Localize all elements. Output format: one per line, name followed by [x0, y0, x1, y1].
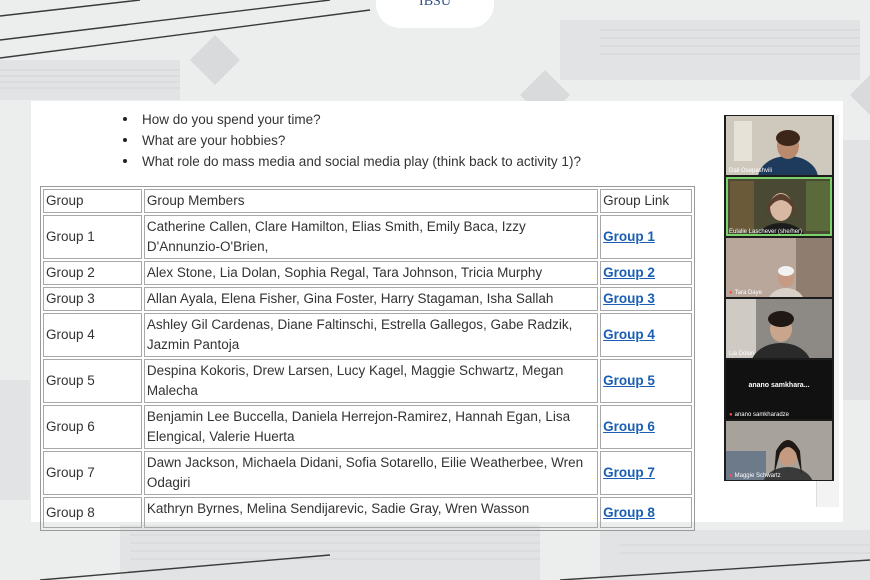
group-name: Group 3 [43, 287, 142, 311]
group-name: Group 8 [43, 497, 142, 528]
table-header-row: Group Group Members Group Link [43, 189, 692, 213]
participant-name: Dali Osepashvili [729, 168, 773, 174]
video-tile[interactable]: ● Tara Daye [726, 238, 832, 297]
header-members: Group Members [143, 189, 599, 213]
video-tile[interactable]: Dali Osepashvili [726, 116, 832, 175]
group-name: Group 4 [43, 313, 142, 357]
group-members: Allan Ayala, Elena Fisher, Gina Foster, … [143, 287, 599, 311]
group-link-7[interactable]: Group 7 [603, 465, 655, 480]
participant-video [726, 421, 832, 480]
university-logo-tab: IBSU [376, 0, 494, 28]
participant-video [726, 238, 832, 297]
group-name: Group 7 [43, 451, 142, 495]
video-tile[interactable]: ● Maggie Schwartz [726, 421, 832, 480]
question-item: How do you spend your time? [111, 109, 581, 130]
group-name: Group 5 [43, 359, 142, 403]
participant-video-panel: Dali Osepashvili Eulalie Laschever (she/… [724, 115, 834, 481]
table-row: Group 1 Catherine Callen, Clare Hamilton… [43, 215, 692, 259]
participant-video [726, 177, 832, 236]
muted-mic-icon: ● [729, 473, 733, 479]
muted-mic-icon: ● [729, 412, 733, 418]
group-members: Kathryn Byrnes, Melina Sendijarevic, Sad… [143, 497, 599, 528]
group-members: Alex Stone, Lia Dolan, Sophia Regal, Tar… [143, 261, 599, 285]
header-group: Group [43, 189, 142, 213]
participant-video [726, 116, 832, 175]
group-link-2[interactable]: Group 2 [603, 265, 655, 280]
participant-name: Eulalie Laschever (she/her) [729, 229, 803, 235]
header-link: Group Link [600, 189, 692, 213]
group-members: Dawn Jackson, Michaela Didani, Sofia Sot… [143, 451, 599, 495]
group-link-8[interactable]: Group 8 [603, 505, 655, 520]
group-name: Group 6 [43, 405, 142, 449]
group-members: Despina Kokoris, Drew Larsen, Lucy Kagel… [143, 359, 599, 403]
group-members: Ashley Gil Cardenas, Diane Faltinschi, E… [143, 313, 599, 357]
table-row: Group 7 Dawn Jackson, Michaela Didani, S… [43, 451, 692, 495]
participant-name-muted: ● Tara Daye [729, 290, 762, 296]
group-name: Group 2 [43, 261, 142, 285]
participant-name-muted: ● anano samkharadze [729, 412, 789, 418]
group-members: Catherine Callen, Clare Hamilton, Elias … [143, 215, 599, 259]
participant-display-name: anano samkhara... [748, 382, 810, 389]
table-row: Group 5 Despina Kokoris, Drew Larsen, Lu… [43, 359, 692, 403]
group-link-5[interactable]: Group 5 [603, 373, 655, 388]
table-row: Group 3 Allan Ayala, Elena Fisher, Gina … [43, 287, 692, 311]
question-item: What role do mass media and social media… [111, 151, 581, 172]
participant-video [726, 299, 832, 358]
group-table: Group Group Members Group Link Group 1 C… [40, 186, 695, 531]
muted-mic-icon: ● [729, 290, 733, 296]
table-row: Group 6 Benjamin Lee Buccella, Daniela H… [43, 405, 692, 449]
group-name: Group 1 [43, 215, 142, 259]
discussion-questions: How do you spend your time? What are you… [111, 109, 581, 172]
group-link-6[interactable]: Group 6 [603, 419, 655, 434]
group-link-4[interactable]: Group 4 [603, 327, 655, 342]
logo-text: IBSU [419, 0, 451, 9]
table-row: Group 4 Ashley Gil Cardenas, Diane Falti… [43, 313, 692, 357]
video-tile[interactable]: Lia Dolan [726, 299, 832, 358]
group-link-3[interactable]: Group 3 [603, 291, 655, 306]
participant-name-muted: ● Maggie Schwartz [729, 473, 781, 479]
video-tile-active-speaker[interactable]: Eulalie Laschever (she/her) [726, 177, 832, 236]
table-row: Group 8 Kathryn Byrnes, Melina Sendijare… [43, 497, 692, 528]
question-item: What are your hobbies? [111, 130, 581, 151]
table-row: Group 2 Alex Stone, Lia Dolan, Sophia Re… [43, 261, 692, 285]
video-tile-no-video[interactable]: anano samkhara... ● anano samkharadze [726, 360, 832, 419]
group-members: Benjamin Lee Buccella, Daniela Herrejon-… [143, 405, 599, 449]
shared-slide: How do you spend your time? What are you… [31, 101, 843, 531]
participant-name: Lia Dolan [729, 351, 755, 357]
group-link-1[interactable]: Group 1 [603, 229, 655, 244]
